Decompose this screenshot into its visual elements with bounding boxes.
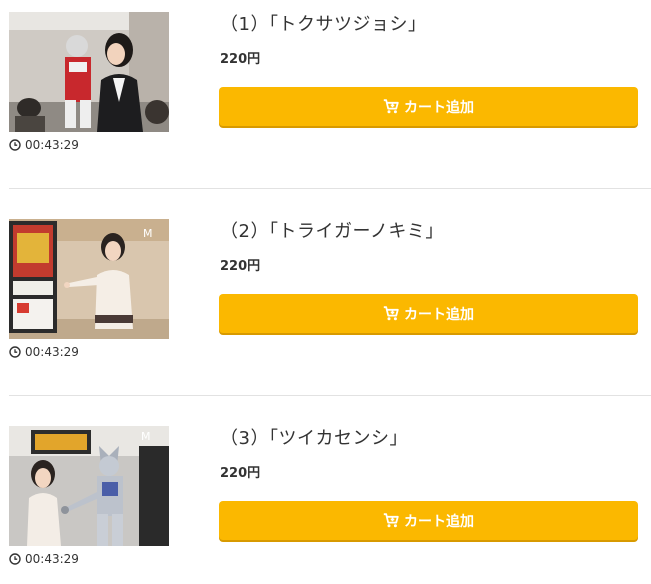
- episode-thumbnail[interactable]: [9, 12, 169, 132]
- episode-thumbnail[interactable]: M: [9, 219, 169, 339]
- duration: 00:43:29: [9, 345, 79, 359]
- cart-button-label: カート追加: [404, 306, 474, 323]
- episode-price: 220円: [220, 259, 261, 274]
- episode-item: 00:43:29 （1）「トクサツジョシ」 220円 カート追加: [0, 0, 651, 170]
- episode-item: M 00:43:29 （3）「ツイカセンシ」 220円 カート追加: [0, 414, 651, 584]
- svg-text:M: M: [143, 227, 153, 240]
- add-to-cart-button[interactable]: カート追加: [219, 87, 638, 126]
- duration: 00:43:29: [9, 552, 79, 566]
- cart-icon: [383, 513, 399, 528]
- clock-icon: [9, 346, 21, 358]
- clock-icon: [9, 553, 21, 565]
- duration-text: 00:43:29: [25, 138, 79, 152]
- episode-price: 220円: [220, 52, 261, 67]
- duration: 00:43:29: [9, 138, 79, 152]
- divider: [9, 395, 651, 396]
- episode-price: 220円: [220, 466, 261, 481]
- add-to-cart-button[interactable]: カート追加: [219, 501, 638, 540]
- cart-button-label: カート追加: [404, 99, 474, 116]
- divider: [9, 188, 651, 189]
- svg-text:M: M: [141, 430, 151, 443]
- cart-icon: [383, 306, 399, 321]
- add-to-cart-button[interactable]: カート追加: [219, 294, 638, 333]
- episode-item: M 00:43:29 （2）「トライガーノキミ」 220円 カート追加: [0, 207, 651, 377]
- episode-thumbnail[interactable]: M: [9, 426, 169, 546]
- duration-text: 00:43:29: [25, 552, 79, 566]
- cart-icon: [383, 99, 399, 114]
- episode-title: （3）「ツイカセンシ」: [220, 428, 408, 449]
- cart-button-label: カート追加: [404, 513, 474, 530]
- clock-icon: [9, 139, 21, 151]
- duration-text: 00:43:29: [25, 345, 79, 359]
- episode-title: （1）「トクサツジョシ」: [220, 14, 427, 35]
- episode-title: （2）「トライガーノキミ」: [220, 221, 444, 242]
